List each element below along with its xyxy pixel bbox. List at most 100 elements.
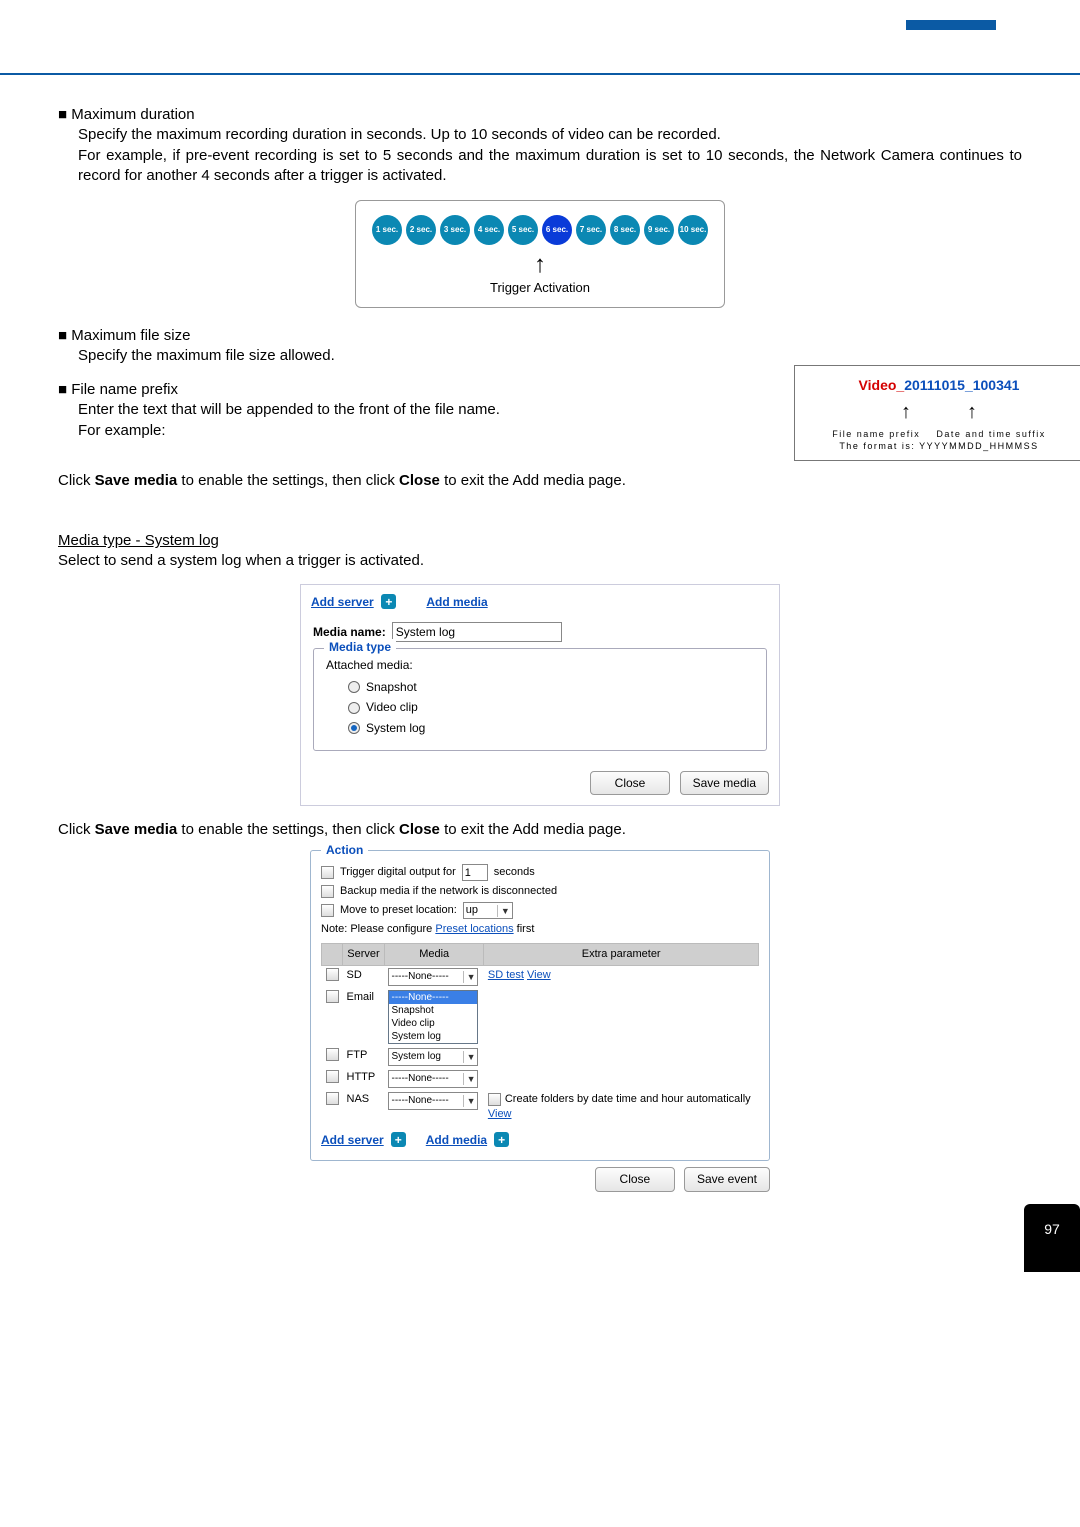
instruction-text: Click Save media to enable the settings,… (58, 820, 1022, 840)
server-checkbox[interactable] (326, 1048, 339, 1061)
radio-label: System log (366, 720, 425, 736)
extra-cell (484, 1068, 759, 1090)
trigger-do-seconds-input[interactable] (462, 864, 488, 881)
bullet-max-filesize: ■ Maximum file size Specify the maximum … (58, 326, 1022, 367)
plus-icon[interactable]: + (391, 1132, 406, 1147)
trigger-do-checkbox[interactable] (321, 866, 334, 879)
timeline-caption: Trigger Activation (364, 279, 716, 297)
save-event-button[interactable]: Save event (684, 1167, 770, 1191)
media-select[interactable]: System log▼ (388, 1048, 478, 1066)
add-media-link[interactable]: Add media (426, 595, 487, 609)
media-type-radio-row[interactable]: Video clip (348, 699, 754, 715)
dropdown-option[interactable]: Snapshot (389, 1004, 477, 1017)
bullet-desc: Specify the maximum recording duration i… (78, 125, 1022, 145)
nas-folders-checkbox[interactable] (488, 1093, 501, 1106)
server-checkbox[interactable] (326, 990, 339, 1003)
media-select[interactable]: -----None-----▼ (388, 968, 478, 986)
add-media-dialog: Add server + Add media Media name: Media… (300, 584, 780, 806)
extra-cell (484, 1046, 759, 1068)
move-preset-label: Move to preset location: (340, 903, 457, 918)
time-circle: 4 sec. (474, 215, 504, 245)
arrow-up-icon: ↑ (967, 399, 977, 426)
close-button[interactable]: Close (590, 771, 670, 795)
server-checkbox[interactable] (326, 968, 339, 981)
backup-media-label: Backup media if the network is disconnec… (340, 884, 557, 899)
extra-cell: Create folders by date time and hour aut… (484, 1090, 759, 1124)
time-circle: 3 sec. (440, 215, 470, 245)
sd-test-link[interactable]: SD test (488, 969, 524, 981)
server-cell: FTP (343, 1046, 385, 1068)
server-checkbox[interactable] (326, 1092, 339, 1105)
server-checkbox[interactable] (326, 1070, 339, 1083)
page-number: 97 (1024, 1204, 1080, 1272)
bullet-desc: Specify the maximum file size allowed. (78, 346, 1022, 366)
add-server-link[interactable]: Add server (321, 1133, 384, 1147)
plus-icon[interactable]: + (494, 1132, 509, 1147)
media-select[interactable]: -----None-----▼ (388, 1092, 478, 1110)
preset-locations-link[interactable]: Preset locations (435, 923, 513, 935)
nas-view-link[interactable]: View (488, 1108, 512, 1120)
table-row: NAS-----None-----▼Create folders by date… (322, 1090, 759, 1124)
chevron-down-icon: ▼ (463, 1051, 476, 1063)
th-extra: Extra parameter (484, 943, 759, 965)
table-row: FTPSystem log▼ (322, 1046, 759, 1068)
extra-cell: SD test View (484, 965, 759, 988)
media-type-radio-row[interactable]: System log (348, 720, 754, 736)
time-circle: 10 sec. (678, 215, 708, 245)
media-cell: -----None-----SnapshotVideo clipSystem l… (384, 988, 483, 1046)
action-legend: Action (321, 842, 368, 858)
dropdown-option[interactable]: System log (389, 1030, 477, 1043)
media-name-input[interactable] (392, 622, 562, 642)
fieldset-legend: Media type (324, 639, 396, 655)
media-cell: System log▼ (384, 1046, 483, 1068)
media-type-fieldset: Media type Attached media: SnapshotVideo… (313, 648, 767, 751)
section-desc: Select to send a system log when a trigg… (58, 551, 1022, 571)
filename-suffix-label: Date and time suffix (936, 429, 1045, 439)
view-link[interactable]: View (527, 969, 551, 981)
dropdown-option[interactable]: -----None----- (389, 991, 477, 1004)
radio-icon[interactable] (348, 702, 360, 714)
th-media: Media (384, 943, 483, 965)
media-type-radio-row[interactable]: Snapshot (348, 679, 754, 695)
add-media-link[interactable]: Add media (426, 1133, 487, 1147)
attached-media-label: Attached media: (326, 657, 754, 673)
time-circle: 2 sec. (406, 215, 436, 245)
time-circle: 9 sec. (644, 215, 674, 245)
bullet-title: File name prefix (71, 381, 178, 398)
media-select[interactable]: -----None-----▼ (388, 1070, 478, 1088)
media-cell: -----None-----▼ (384, 1090, 483, 1124)
time-circle: 8 sec. (610, 215, 640, 245)
media-name-label: Media name: (313, 624, 386, 640)
time-circle: 7 sec. (576, 215, 606, 245)
trigger-do-label: Trigger digital output for (340, 865, 456, 880)
nas-folders-label: Create folders by date time and hour aut… (505, 1092, 751, 1107)
section-title: Media type - System log (58, 531, 1022, 551)
move-preset-checkbox[interactable] (321, 904, 334, 917)
add-server-link[interactable]: Add server (311, 595, 374, 609)
chevron-down-icon: ▼ (463, 971, 476, 983)
close-button[interactable]: Close (595, 1167, 675, 1191)
extra-cell (484, 988, 759, 1046)
chevron-down-icon: ▼ (463, 1073, 476, 1085)
media-select-open[interactable]: -----None-----SnapshotVideo clipSystem l… (388, 990, 478, 1044)
save-media-button[interactable]: Save media (680, 771, 769, 795)
filename-prefix-label: File name prefix (832, 429, 920, 439)
bullet-title: Maximum duration (71, 106, 194, 123)
table-row: Email-----None-----SnapshotVideo clipSys… (322, 988, 759, 1046)
bullet-title: Maximum file size (71, 327, 190, 344)
timeline-diagram: 1 sec.2 sec.3 sec.4 sec.5 sec.6 sec.7 se… (355, 200, 725, 308)
th-server: Server (343, 943, 385, 965)
plus-icon[interactable]: + (381, 594, 396, 609)
move-preset-select[interactable]: up▼ (463, 902, 513, 919)
instruction-text: Click Save media to enable the settings,… (58, 471, 1022, 491)
radio-label: Video clip (366, 699, 418, 715)
radio-icon[interactable] (348, 722, 360, 734)
dropdown-option[interactable]: Video clip (389, 1017, 477, 1030)
backup-media-checkbox[interactable] (321, 885, 334, 898)
preset-note: Note: Please configure Preset locations … (321, 922, 759, 937)
radio-icon[interactable] (348, 681, 360, 693)
filename-format-label: The format is: YYYYMMDD_HHMMSS (839, 441, 1038, 451)
trigger-do-unit: seconds (494, 865, 535, 880)
time-circle: 5 sec. (508, 215, 538, 245)
table-row: SD-----None-----▼SD test View (322, 965, 759, 988)
